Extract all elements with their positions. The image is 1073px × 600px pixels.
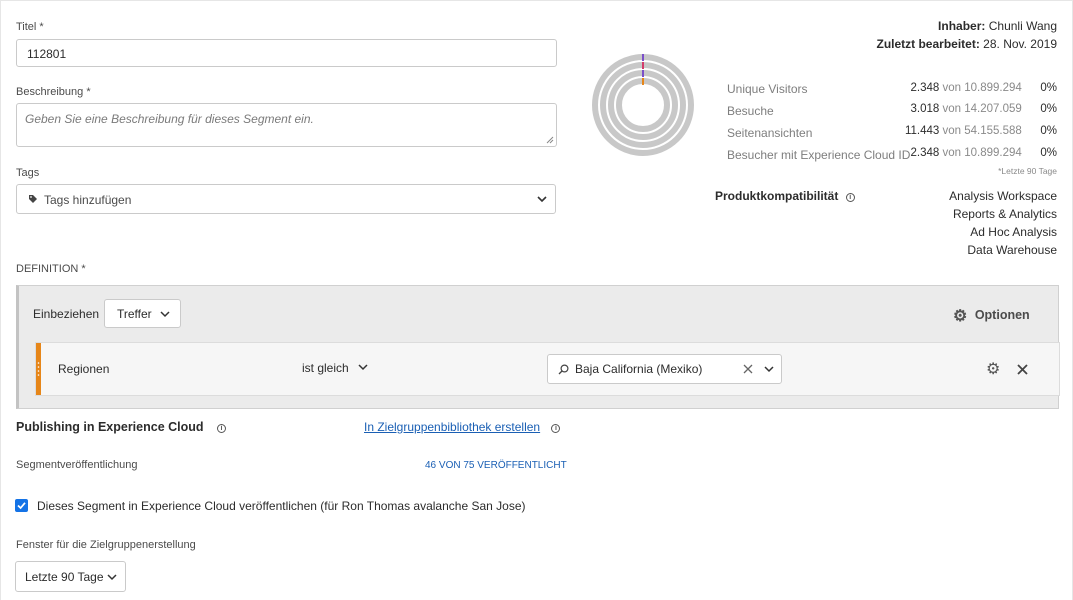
scope-dropdown[interactable]: Treffer (104, 299, 181, 328)
stat-number: 3.018 (910, 103, 940, 115)
drag-handle[interactable] (36, 343, 41, 395)
publish-checkbox-label[interactable]: Dieses Segment in Experience Cloud veröf… (37, 499, 526, 513)
segment-builder-panel: Titel * 112801 Beschreibung * Geben Sie … (0, 0, 1073, 600)
operator-dropdown[interactable]: ist gleich (302, 361, 368, 375)
title-label: Titel * (16, 21, 44, 33)
description-placeholder: Geben Sie eine Beschreibung für dieses S… (25, 112, 314, 126)
rule-dimension[interactable]: Regionen (58, 362, 109, 376)
ring-mark-3 (642, 70, 644, 77)
description-label: Beschreibung * (16, 86, 91, 98)
ring-ecid-visitors (616, 78, 670, 132)
stat-total: von 10.899.294 (942, 147, 1022, 159)
ring-mark-1 (642, 54, 644, 61)
stat-label: Besucher mit Experience Cloud ID (727, 148, 911, 162)
grip-icon (37, 362, 40, 376)
last-edited-label: Zuletzt bearbeitet: (876, 37, 980, 51)
gear-icon: ⚙ (953, 308, 968, 325)
audience-window-dropdown[interactable]: Letzte 90 Tage (15, 561, 126, 592)
publishing-heading: Publishing in Experience Cloud i (16, 420, 227, 434)
checkmark-icon (17, 502, 26, 510)
remove-rule-close-icon[interactable] (1017, 364, 1028, 375)
info-icon[interactable]: i (845, 193, 855, 202)
stats-note: *Letzte 90 Tage (998, 166, 1057, 176)
compat-item: Data Warehouse (967, 243, 1057, 257)
product-compatibility-label: Produktkompatibilität (715, 189, 839, 203)
stat-percent: 0% (1040, 125, 1057, 137)
stat-percent: 0% (1040, 82, 1057, 94)
title-input[interactable]: 112801 (16, 39, 557, 67)
tags-label: Tags (16, 167, 40, 179)
ring-mark-4 (642, 78, 644, 85)
stat-number: 2.348 (910, 82, 940, 94)
rule-settings-gear-icon[interactable]: ⚙ (986, 359, 1000, 379)
create-audience-link-wrapper: In Zielgruppenbibliothek erstellen i (364, 420, 561, 434)
compat-item: Ad Hoc Analysis (970, 225, 1057, 239)
stat-value: 2.348 von 10.899.294 0% (911, 147, 1057, 159)
last-edited-value: 28. Nov. 2019 (983, 37, 1057, 51)
compat-item: Analysis Workspace (949, 189, 1057, 203)
stat-label: Besuche (727, 104, 774, 118)
rule-value-combobox[interactable]: Baja California (Mexiko) (547, 354, 782, 384)
description-textarea[interactable]: Geben Sie eine Beschreibung für dieses S… (16, 103, 557, 147)
audience-window-value: Letzte 90 Tage (25, 570, 104, 584)
chevron-down-icon[interactable] (764, 366, 774, 373)
resize-handle-icon[interactable] (546, 136, 554, 144)
stat-label: Seitenansichten (727, 126, 813, 140)
stat-number: 2.348 (910, 147, 940, 159)
tag-icon (29, 195, 37, 203)
segment-rule-row: Regionen ist gleich Baja California (Mex… (35, 342, 1060, 396)
include-label: Einbeziehen (33, 307, 100, 321)
product-compatibility-heading: Produktkompatibilität i (715, 189, 855, 203)
publishing-title: Publishing in Experience Cloud (16, 420, 204, 434)
search-icon (558, 364, 569, 375)
chevron-down-icon (107, 574, 117, 581)
segment-publishing-label: Segmentveröffentlichung (16, 459, 138, 471)
stat-value: 11.443 von 54.155.588 0% (905, 125, 1057, 137)
segment-donut-chart (592, 54, 694, 156)
tags-dropdown[interactable]: Tags hinzufügen (16, 184, 556, 214)
ring-mark-2 (642, 62, 644, 69)
stat-total: von 54.155.588 (942, 125, 1022, 137)
owner-label: Inhaber: (938, 19, 986, 33)
publish-checkbox[interactable] (15, 499, 28, 512)
stat-value: 3.018 von 14.207.059 0% (911, 103, 1057, 115)
tags-placeholder: Tags hinzufügen (44, 193, 132, 207)
options-label: Optionen (974, 308, 1030, 322)
chevron-down-icon (537, 196, 547, 203)
stat-value: 2.348 von 10.899.294 0% (911, 82, 1057, 94)
segment-publishing-count: 46 VON 75 VERÖFFENTLICHT (425, 460, 567, 471)
clear-icon[interactable] (743, 364, 753, 374)
operator-value: ist gleich (302, 361, 349, 375)
rule-value: Baja California (Mexiko) (575, 362, 703, 376)
chevron-down-icon (160, 311, 170, 318)
definition-label: DEFINITION * (16, 263, 86, 275)
info-icon[interactable]: i (217, 424, 227, 433)
stat-label: Unique Visitors (727, 82, 808, 96)
options-button[interactable]: ⚙ Optionen (953, 306, 1030, 326)
title-input-value: 112801 (27, 47, 67, 61)
last-edited-info: Zuletzt bearbeitet: 28. Nov. 2019 (876, 37, 1057, 51)
stat-percent: 0% (1040, 103, 1057, 115)
stat-percent: 0% (1040, 147, 1057, 159)
stat-total: von 14.207.059 (942, 103, 1022, 115)
info-icon[interactable]: i (551, 424, 561, 433)
stat-number: 11.443 (904, 125, 940, 137)
audience-window-label: Fenster für die Zielgruppenerstellung (16, 539, 196, 551)
owner-info: Inhaber: Chunli Wang (938, 19, 1057, 33)
create-in-audience-library-link[interactable]: In Zielgruppenbibliothek erstellen (364, 420, 540, 434)
segment-container: Einbeziehen Treffer ⚙ Optionen Regionen (16, 285, 1060, 409)
scope-value: Treffer (117, 307, 152, 321)
compat-item: Reports & Analytics (952, 207, 1057, 221)
owner-value: Chunli Wang (988, 19, 1057, 33)
stat-total: von 10.899.294 (942, 82, 1022, 94)
chevron-down-icon (358, 364, 368, 371)
